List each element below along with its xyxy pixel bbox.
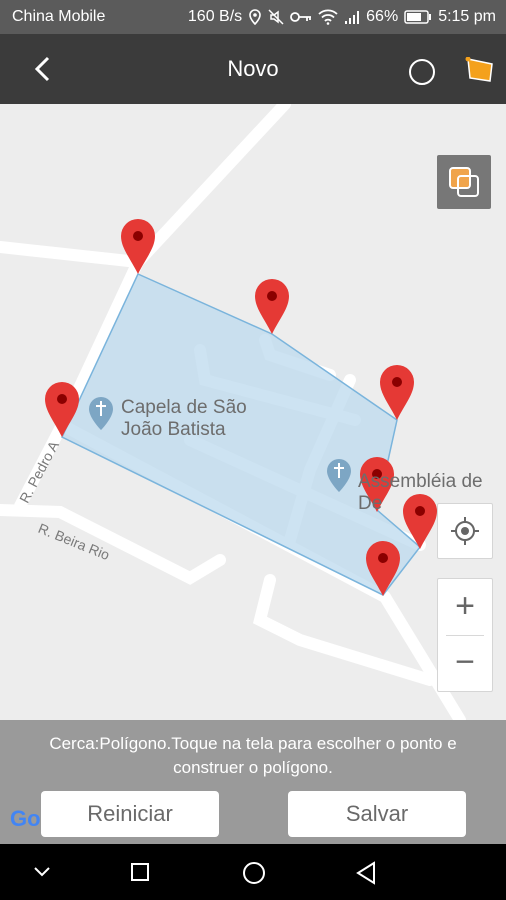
my-location-button[interactable]: [437, 503, 493, 559]
map-view[interactable]: [0, 104, 506, 720]
location-icon: [249, 9, 261, 25]
marker-pin-icon[interactable]: [255, 279, 289, 334]
polygon-flag-icon[interactable]: [464, 57, 494, 83]
circle-icon[interactable]: [242, 861, 266, 885]
layers-icon: [449, 167, 479, 197]
battery-percent: 66%: [366, 8, 399, 25]
reset-button[interactable]: Reiniciar: [41, 791, 219, 837]
zoom-divider: [446, 635, 484, 636]
key-icon: [290, 12, 312, 22]
zoom-out-button[interactable]: −: [438, 643, 492, 682]
carrier-label: China Mobile: [12, 8, 106, 25]
map-canvas[interactable]: [0, 104, 506, 720]
status-bar: China Mobile 160 B/s 66% 5:15 pm: [0, 0, 506, 34]
network-speed: 160 B/s: [187, 8, 243, 25]
wifi-icon: [318, 9, 338, 25]
instruction-text: Cerca:Polígono.Toque na tela para escolh…: [49, 734, 457, 777]
save-button[interactable]: Salvar: [288, 791, 466, 837]
place-label: Capela de São João Batista: [121, 397, 247, 440]
circle-fence-button[interactable]: [409, 59, 435, 85]
layers-button[interactable]: [437, 155, 491, 209]
system-nav-bar: [0, 844, 506, 900]
app-toolbar: Novo: [0, 34, 506, 104]
zoom-controls: + −: [437, 578, 493, 692]
crosshair-icon: [451, 517, 479, 545]
square-icon[interactable]: [130, 862, 150, 882]
signal-icon: [345, 11, 360, 24]
mute-icon: [268, 9, 284, 25]
zoom-in-button[interactable]: +: [438, 587, 492, 626]
bottom-panel: Cerca:Polígono.Toque na tela para escolh…: [0, 720, 506, 844]
triangle-back-icon[interactable]: [355, 861, 377, 885]
battery-icon: [404, 10, 432, 24]
clock: 5:15 pm: [438, 8, 496, 25]
status-right: 160 B/s 66% 5:15 pm: [188, 8, 496, 26]
chevron-down-icon[interactable]: [32, 864, 52, 880]
google-logo: Go: [10, 806, 41, 831]
